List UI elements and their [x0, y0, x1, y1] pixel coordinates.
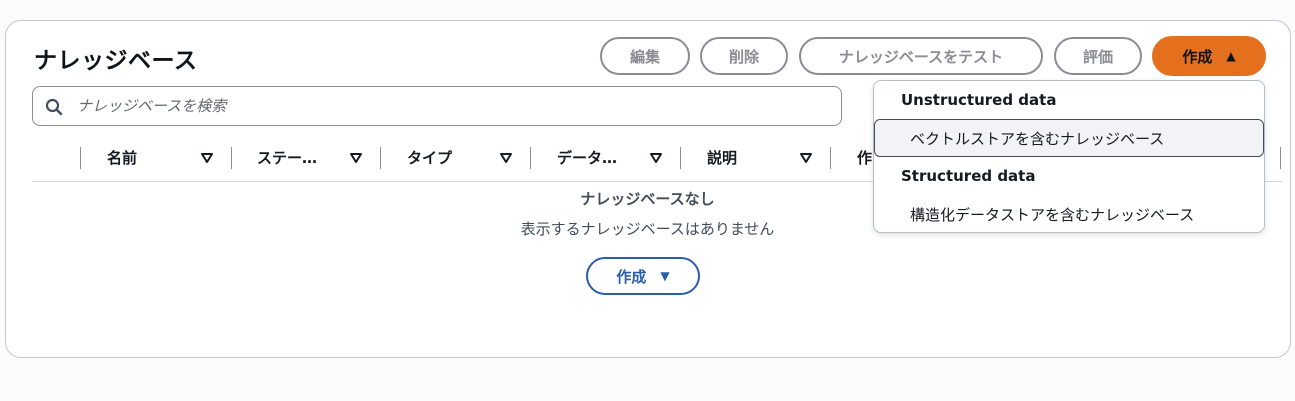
column-divider[interactable] — [530, 147, 531, 169]
create-button-label: 作成 — [1182, 47, 1213, 66]
delete-button[interactable]: 削除 — [700, 37, 788, 75]
column-divider[interactable] — [380, 147, 381, 169]
column-header-type[interactable]: タイプ — [407, 147, 452, 168]
search-icon — [45, 98, 63, 116]
page-title: ナレッジベース — [34, 48, 198, 74]
search-input[interactable] — [77, 95, 817, 117]
column-header-description[interactable]: 説明 — [707, 147, 737, 168]
column-divider[interactable] — [680, 147, 681, 169]
create-dropdown-menu: Unstructured data ベクトルストアを含むナレッジベース Stru… — [873, 80, 1265, 233]
menu-group-structured: Structured data — [901, 167, 1036, 185]
empty-state-create-label: 作成 — [616, 267, 647, 286]
create-button[interactable]: 作成 ▲ — [1152, 36, 1266, 76]
column-divider — [1280, 147, 1281, 169]
menu-item-vector-store-kb[interactable]: ベクトルストアを含むナレッジベース — [874, 119, 1264, 157]
menu-item-structured-store-kb[interactable]: 構造化データストアを含むナレッジベース — [910, 204, 1194, 225]
test-knowledge-base-button[interactable]: ナレッジベースをテスト — [799, 37, 1043, 75]
column-divider[interactable] — [830, 147, 831, 169]
evaluate-button[interactable]: 評価 — [1054, 37, 1142, 75]
column-divider — [80, 147, 81, 169]
column-header-created[interactable]: 作 — [857, 147, 872, 168]
caret-down-icon: ▼ — [660, 269, 670, 283]
sort-caret-icon[interactable] — [349, 151, 363, 165]
sort-caret-icon[interactable] — [200, 151, 214, 165]
menu-group-unstructured: Unstructured data — [901, 91, 1057, 109]
edit-button[interactable]: 編集 — [600, 37, 690, 75]
caret-up-icon: ▲ — [1226, 49, 1236, 63]
column-header-status[interactable]: ステー… — [257, 147, 317, 168]
sort-caret-icon[interactable] — [649, 151, 663, 165]
sort-caret-icon[interactable] — [799, 151, 813, 165]
sort-caret-icon[interactable] — [499, 151, 513, 165]
empty-state-create-button[interactable]: 作成 ▼ — [586, 257, 700, 295]
column-header-data-source[interactable]: データ… — [557, 147, 617, 168]
search-box[interactable] — [32, 86, 842, 126]
column-divider[interactable] — [231, 147, 232, 169]
column-header-name[interactable]: 名前 — [107, 147, 137, 168]
